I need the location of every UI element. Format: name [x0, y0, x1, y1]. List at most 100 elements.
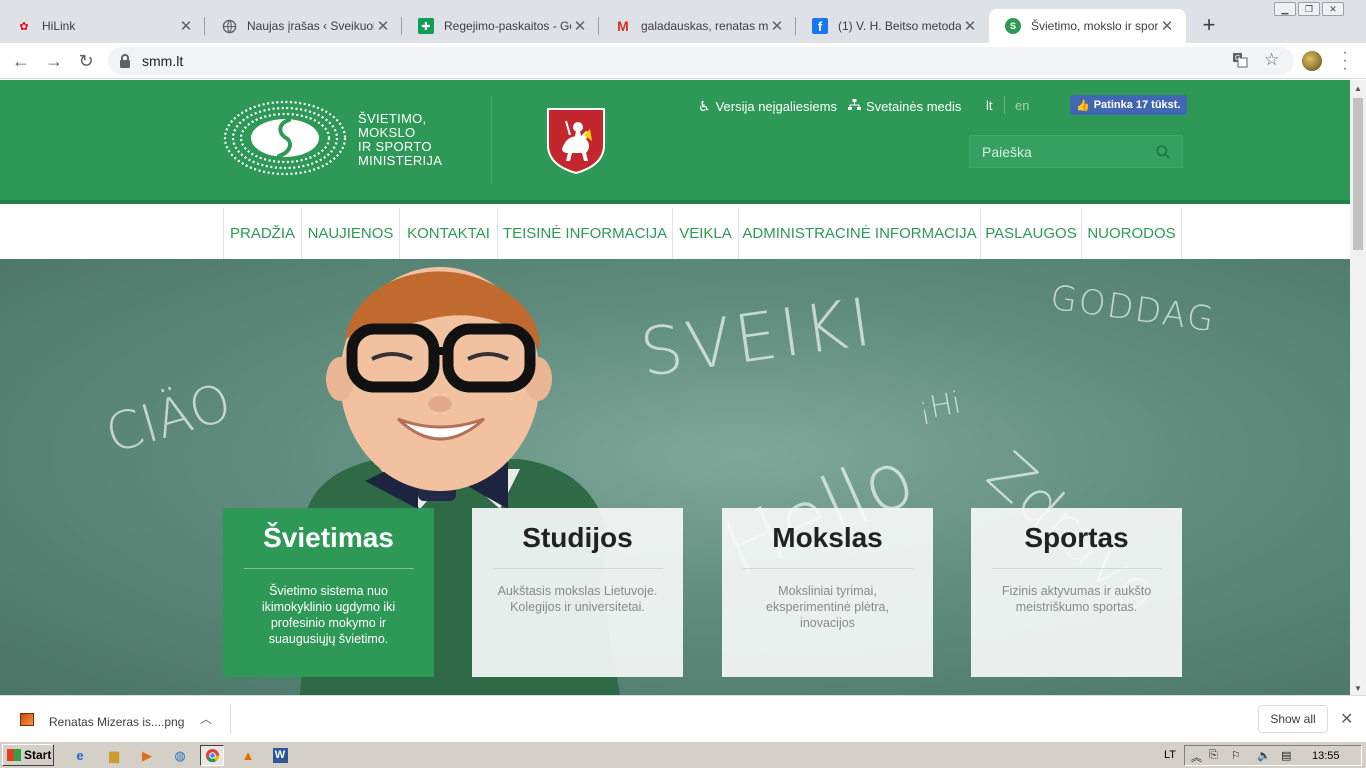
language-lt-link[interactable]: lt — [986, 98, 993, 113]
sheets-icon: ✚ — [418, 18, 434, 34]
accessibility-version-link[interactable]: ♿ Versija neįgaliesiems — [698, 98, 837, 115]
nav-item-paslaugos[interactable]: PASLAUGOS — [980, 208, 1081, 259]
search-input[interactable] — [970, 136, 1150, 167]
main-navigation: PRADŽIA NAUJIENOS KONTAKTAI TEISINĖ INFO… — [0, 208, 1350, 259]
card-title: Mokslas — [772, 522, 883, 553]
vlc-icon[interactable]: ▲ — [236, 745, 260, 766]
close-window-icon[interactable]: ✕ — [1322, 2, 1344, 16]
restore-icon[interactable]: ❐ — [1298, 2, 1320, 16]
action-center-flag-icon[interactable]: ⚐ — [1231, 749, 1241, 762]
windows-taskbar: Start e ▆ ▶ ◍ ▲ W LT ︽ ⎘ ⚐ 🔈 ▤ 13:55 — [0, 741, 1366, 768]
tab-close-icon[interactable]: ✕ — [177, 17, 195, 35]
facebook-icon: f — [812, 18, 828, 34]
nav-item-pradzia[interactable]: PRADŽIA — [223, 208, 301, 259]
profile-avatar[interactable] — [1302, 51, 1322, 71]
tab-close-icon[interactable]: ✕ — [571, 17, 589, 35]
thumbs-up-icon: 👍 — [1076, 99, 1090, 112]
chrome-icon[interactable] — [200, 745, 224, 766]
chevron-up-icon[interactable]: ︽ — [1191, 749, 1202, 765]
download-item[interactable]: Renatas Mizeras is....png — [49, 715, 184, 729]
minimize-icon[interactable]: ▁ — [1274, 2, 1296, 16]
folder-icon[interactable]: ▆ — [102, 745, 126, 766]
scroll-down-icon[interactable]: ▼ — [1354, 684, 1362, 693]
nav-item-naujienos[interactable]: NAUJIENOS — [301, 208, 399, 259]
browser-tab[interactable]: ✚ Regejimo-paskaitos - Googl ✕ — [402, 9, 599, 43]
browser-toolbar: ← → ↻ smm.lt G ☆ · · · — [0, 43, 1366, 79]
tab-close-icon[interactable]: ✕ — [1158, 17, 1176, 35]
browser-tab-strip: ✿ HiLink ✕ Naujas įrašas ‹ Sveikuoliai.I… — [0, 0, 1366, 43]
nav-item-administracine-informacija[interactable]: ADMINISTRACINĖ INFORMACIJA — [738, 208, 980, 259]
reload-icon[interactable]: ↻ — [75, 50, 97, 72]
network-icon[interactable]: ▤ — [1281, 749, 1291, 762]
url-text: smm.lt — [142, 53, 184, 69]
nav-item-nuorodos[interactable]: NUORODOS — [1081, 208, 1182, 259]
card-description: Moksliniai tyrimai, eksperimentinė plėtr… — [766, 584, 889, 630]
keyboard-language-indicator[interactable]: LT — [1164, 749, 1176, 761]
browser-tab[interactable]: Naujas įrašas ‹ Sveikuoliai.I ✕ — [205, 9, 402, 43]
tab-close-icon[interactable]: ✕ — [374, 17, 392, 35]
address-bar[interactable]: smm.lt G ☆ — [108, 47, 1294, 75]
card-title: Studijos — [522, 522, 633, 553]
scroll-up-icon[interactable]: ▲ — [1354, 84, 1362, 93]
word-icon[interactable]: W — [268, 745, 292, 766]
start-button[interactable]: Start — [2, 744, 54, 766]
site-search — [969, 135, 1183, 168]
sitemap-icon — [848, 98, 861, 114]
section-card-svietimas[interactable]: Švietimas Švietimo sistema nuo ikimokykl… — [223, 508, 434, 677]
language-en-link[interactable]: en — [1015, 98, 1029, 113]
browser-tab[interactable]: f (1) V. H. Beitso metodas - I ✕ — [796, 9, 989, 43]
site-header: ŠVIETIMO, MOKSLO IR SPORTO MINISTERIJA ♿… — [0, 80, 1350, 204]
section-card-mokslas[interactable]: Mokslas Moksliniai tyrimai, eksperimenti… — [722, 508, 933, 677]
chevron-up-icon[interactable]: ︿ — [200, 710, 212, 727]
forward-icon[interactable]: → — [43, 50, 65, 72]
back-icon[interactable]: ← — [10, 50, 32, 72]
scroll-thumb[interactable] — [1353, 98, 1363, 250]
windows-logo-icon — [7, 749, 21, 761]
nav-item-teisine-informacija[interactable]: TEISINĖ INFORMACIJA — [497, 208, 672, 259]
facebook-like-button[interactable]: 👍 Patinka 17 tūkst. — [1070, 95, 1187, 115]
page-scrollbar[interactable]: ▲ ▼ — [1350, 80, 1366, 695]
card-description: Aukštasis mokslas Lietuvoje. Kolegijos i… — [497, 584, 658, 614]
bookmark-star-icon[interactable]: ☆ — [1264, 50, 1279, 70]
lock-icon — [120, 54, 130, 68]
network-globe-icon[interactable]: ◍ — [168, 745, 192, 766]
gmail-icon: M — [617, 18, 629, 34]
search-icon[interactable] — [1156, 145, 1170, 159]
nav-item-veikla[interactable]: VEIKLA — [672, 208, 738, 259]
browser-tab[interactable]: M galadauskas, renatas mizer ✕ — [599, 9, 796, 43]
image-file-icon — [20, 713, 34, 726]
card-description: Švietimo sistema nuo ikimokyklinio ugdym… — [261, 584, 396, 646]
browser-tab[interactable]: ✿ HiLink ✕ — [0, 9, 205, 43]
wheelchair-icon: ♿ — [698, 98, 711, 114]
translate-icon[interactable]: G — [1232, 52, 1248, 72]
nav-item-kontaktai[interactable]: KONTAKTAI — [399, 208, 497, 259]
svg-text:G: G — [1235, 55, 1240, 62]
ministry-logo-text[interactable]: ŠVIETIMO, MOKSLO IR SPORTO MINISTERIJA — [358, 112, 442, 168]
hero-banner: SVEIKI GODDAG CIÄO Zdravo Hello ¡Hi Švie… — [0, 259, 1350, 695]
section-card-studijos[interactable]: Studijos Aukštasis mokslas Lietuvoje. Ko… — [472, 508, 683, 677]
tab-close-icon[interactable]: ✕ — [768, 17, 786, 35]
smm-icon: S — [1005, 18, 1021, 34]
taskbar-clock[interactable]: 13:55 — [1312, 750, 1340, 762]
system-tray: ︽ ⎘ ⚐ 🔈 ▤ 13:55 — [1184, 745, 1362, 766]
sitemap-link[interactable]: Svetainės medis — [848, 98, 961, 114]
usb-device-icon[interactable]: ⎘ — [1209, 749, 1218, 762]
card-description: Fizinis aktyvumas ir aukšto meistriškumo… — [1001, 584, 1152, 614]
header-divider — [491, 96, 492, 184]
media-player-icon[interactable]: ▶ — [135, 745, 159, 766]
browser-menu-icon[interactable]: · · · — [1340, 45, 1350, 77]
huawei-icon: ✿ — [19, 20, 29, 33]
ministry-logo-emblem[interactable] — [223, 100, 347, 176]
card-title: Švietimas — [263, 522, 394, 553]
internet-explorer-icon[interactable]: e — [68, 745, 92, 766]
new-tab-button[interactable]: + — [1199, 14, 1219, 36]
coat-of-arms-icon — [546, 107, 606, 175]
globe-icon — [221, 18, 237, 34]
tab-close-icon[interactable]: ✕ — [961, 17, 979, 35]
browser-tab-active[interactable]: S Švietimo, mokslo ir sporto r ✕ — [989, 9, 1186, 43]
volume-icon[interactable]: 🔈 — [1257, 749, 1271, 762]
close-icon[interactable]: ✕ — [1340, 709, 1353, 729]
card-title: Sportas — [1024, 522, 1129, 553]
show-all-downloads-button[interactable]: Show all — [1258, 705, 1328, 733]
section-card-sportas[interactable]: Sportas Fizinis aktyvumas ir aukšto meis… — [971, 508, 1182, 677]
